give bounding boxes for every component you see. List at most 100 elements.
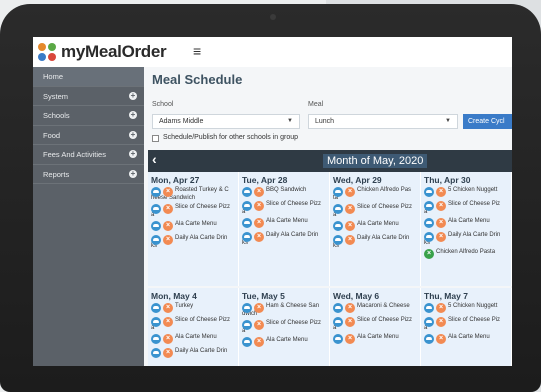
remove-x-icon[interactable]: × — [436, 317, 446, 327]
meal-item[interactable]: × Slice of Cheese Pizz a — [148, 204, 238, 219]
cloud-upload-icon[interactable] — [424, 187, 434, 197]
meal-item[interactable]: × Ham & Cheese San dwich — [239, 303, 329, 318]
meal-item[interactable]: × Ala Carte Menu — [239, 218, 329, 230]
remove-x-icon[interactable]: × — [436, 334, 446, 344]
meal-item[interactable]: × Ala Carte Menu — [330, 221, 420, 233]
cloud-upload-icon[interactable] — [242, 218, 252, 228]
cloud-upload-icon[interactable] — [333, 204, 343, 214]
cloud-upload-icon[interactable] — [242, 337, 252, 347]
meal-item[interactable]: × Turkey — [148, 303, 238, 315]
plus-circle-icon[interactable]: + — [129, 91, 137, 100]
cloud-upload-icon[interactable] — [151, 235, 161, 245]
cloud-upload-icon[interactable] — [424, 201, 434, 211]
remove-x-icon[interactable]: × — [163, 221, 173, 231]
remove-x-icon[interactable]: × — [436, 303, 446, 313]
meal-item[interactable]: × Daily Ala Carte Drin ks — [148, 235, 238, 250]
meal-item[interactable]: × Ala Carte Menu — [421, 334, 511, 346]
sidebar-item-fees-and-activities[interactable]: Fees And Activities + — [33, 145, 144, 165]
app-logo-text[interactable]: myMealOrder — [61, 42, 167, 62]
remove-x-icon[interactable]: × — [345, 334, 355, 344]
meal-item[interactable]: × Daily Ala Carte Drin ks — [239, 232, 329, 247]
plus-circle-icon[interactable]: + — [129, 111, 137, 119]
meal-item[interactable]: ×Chicken Alfredo Pasta — [330, 187, 420, 202]
calendar-day-cell[interactable]: Wed, May 6 × Macaroni & Cheese × Slice of Ch… — [330, 288, 421, 366]
calendar-day-cell[interactable]: Mon, Apr 27 × Roasted Turkey & Cheese Sand… — [148, 172, 239, 286]
cloud-upload-icon[interactable] — [424, 303, 434, 313]
remove-x-icon[interactable]: × — [254, 337, 264, 347]
check-icon[interactable]: × — [424, 249, 434, 259]
cloud-upload-icon[interactable] — [151, 334, 161, 344]
meal-item[interactable]: × Ala Carte Menu — [148, 334, 238, 346]
plus-circle-icon[interactable]: + — [129, 150, 137, 158]
meal-item[interactable]: × Slice of Cheese Pizz a — [148, 317, 238, 332]
meal-item[interactable]: × Ala Carte Menu — [421, 218, 511, 230]
cloud-upload-icon[interactable] — [333, 221, 343, 231]
calendar-day-cell[interactable]: Wed, Apr 29 × Chicken Alfredo Pas ta × Slice … — [330, 172, 421, 286]
meal-item[interactable]: × 5 Chicken Nuggett — [421, 187, 511, 199]
remove-x-icon[interactable]: × — [254, 187, 264, 197]
cloud-upload-icon[interactable] — [242, 232, 252, 242]
plus-circle-icon[interactable]: + — [129, 169, 137, 178]
meal-item[interactable]: × Roasted Turkey & Cheese Sandwich — [148, 187, 238, 202]
remove-x-icon[interactable]: × — [436, 218, 446, 228]
remove-x-icon[interactable]: × — [163, 334, 173, 344]
meal-select[interactable]: Lunch ▼ — [308, 114, 458, 129]
cloud-upload-icon[interactable] — [242, 320, 252, 330]
meal-item[interactable]: × Daily Ala Carte Drin ks — [330, 235, 420, 250]
cloud-upload-icon[interactable] — [333, 334, 343, 344]
remove-x-icon[interactable]: × — [163, 235, 173, 245]
cloud-upload-icon[interactable] — [424, 317, 434, 327]
chevron-left-icon[interactable]: ‹ — [152, 151, 157, 167]
sidebar-item-schools[interactable]: Schools + — [33, 106, 144, 126]
calendar-day-cell[interactable]: Thu, Apr 30 × 5 Chicken Nuggett × Slice of C… — [421, 172, 512, 286]
publish-checkbox[interactable] — [152, 135, 159, 142]
cloud-upload-icon[interactable] — [151, 348, 161, 358]
plus-circle-icon[interactable]: + — [129, 130, 137, 139]
cloud-upload-icon[interactable] — [333, 303, 343, 313]
remove-x-icon[interactable]: × — [254, 232, 264, 242]
cloud-upload-icon[interactable] — [151, 221, 161, 231]
remove-x-icon[interactable]: × — [436, 232, 446, 242]
meal-item[interactable]: × Ala Carte Menu — [148, 221, 238, 233]
calendar-day-cell[interactable]: Mon, May 4 × Turkey × Slice of Cheese Pizz a ×… — [148, 288, 239, 366]
calendar-day-cell[interactable]: Tue, Apr 28 × BBQ Sandwich × Slice of Cheese… — [239, 172, 330, 286]
meal-item[interactable]: × Slice of Cheese Pizz a — [239, 201, 329, 216]
calendar-day-cell[interactable]: Thu, May 7 × 5 Chicken Nuggett × Slice of Ch… — [421, 288, 512, 366]
cloud-upload-icon[interactable] — [242, 303, 252, 313]
remove-x-icon[interactable]: × — [345, 303, 355, 313]
create-cycle-button[interactable]: Create Cycl — [463, 114, 512, 129]
remove-x-icon[interactable]: × — [163, 187, 173, 197]
remove-x-icon[interactable]: × — [163, 348, 173, 358]
cloud-upload-icon[interactable] — [424, 334, 434, 344]
remove-x-icon[interactable]: × — [254, 303, 264, 313]
remove-x-icon[interactable]: × — [163, 303, 173, 313]
remove-x-icon[interactable]: × — [436, 201, 446, 211]
remove-x-icon[interactable]: × — [163, 204, 173, 214]
remove-x-icon[interactable]: × — [163, 317, 173, 327]
sidebar-item-food[interactable]: Food + — [33, 126, 144, 145]
meal-item[interactable]: × 5 Chicken Nuggett — [421, 303, 511, 315]
cloud-upload-icon[interactable] — [333, 317, 343, 327]
meal-item[interactable]: ×Chicken Alfredo Pasta — [421, 249, 511, 261]
remove-x-icon[interactable]: × — [254, 320, 264, 330]
school-select[interactable]: Adams Middle ▼ — [152, 114, 300, 129]
calendar-day-cell[interactable]: Tue, May 5 × Ham & Cheese San dwich × Slice o… — [239, 288, 330, 366]
meal-item[interactable]: × Macaroni & Cheese — [330, 303, 420, 315]
remove-x-icon[interactable]: × — [345, 317, 355, 327]
remove-x-icon[interactable]: × — [345, 221, 355, 231]
meal-item[interactable]: × Ala Carte Menu — [239, 337, 329, 349]
meal-item[interactable]: × Slice of Cheese Piz a — [421, 317, 511, 332]
sidebar-item-system[interactable]: System + — [33, 87, 144, 106]
cloud-upload-icon[interactable] — [151, 204, 161, 214]
cloud-upload-icon[interactable] — [333, 235, 343, 245]
meal-item[interactable]: × Slice of Cheese Piz a — [421, 201, 511, 216]
remove-x-icon[interactable]: × — [345, 187, 355, 197]
cloud-upload-icon[interactable] — [242, 201, 252, 211]
sidebar-item-home[interactable]: Home — [33, 67, 144, 87]
cloud-upload-icon[interactable] — [424, 232, 434, 242]
cloud-upload-icon[interactable] — [424, 218, 434, 228]
meal-item[interactable]: × Slice of Cheese Pizz a — [239, 320, 329, 335]
remove-x-icon[interactable]: × — [345, 204, 355, 214]
cloud-upload-icon[interactable] — [151, 317, 161, 327]
remove-x-icon[interactable]: × — [254, 201, 264, 211]
